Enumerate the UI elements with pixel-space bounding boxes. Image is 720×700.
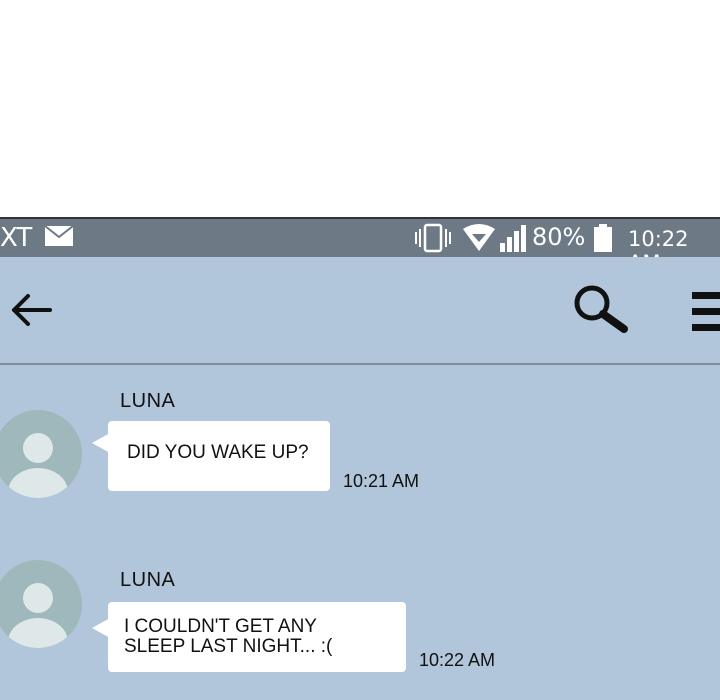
vibrate-icon <box>415 223 451 253</box>
message-text-line: SLEEP LAST NIGHT... :( <box>124 636 333 657</box>
message-bubble[interactable]: DID YOU WAKE UP? <box>108 421 330 491</box>
message-bubble[interactable]: I COULDN'T GET ANY SLEEP LAST NIGHT... :… <box>108 602 406 672</box>
battery-icon <box>594 224 612 252</box>
message-text-line: I COULDN'T GET ANY <box>124 616 317 637</box>
status-carrier-text: XT <box>0 223 32 253</box>
chat-toolbar <box>0 257 720 365</box>
message-text-line: DID YOU WAKE UP? <box>127 442 309 463</box>
avatar-person-icon <box>8 433 68 498</box>
sender-name: LUNA <box>120 569 176 591</box>
menu-icon[interactable] <box>690 290 720 332</box>
blank-area <box>0 0 720 217</box>
search-icon[interactable] <box>570 283 630 335</box>
signal-icon <box>500 225 526 252</box>
sender-name: LUNA <box>120 390 176 412</box>
avatar[interactable] <box>0 560 82 648</box>
status-bar: XT 80% 10:22 AM <box>0 217 720 275</box>
avatar[interactable] <box>0 410 82 498</box>
message-time: 10:21 AM <box>343 471 420 491</box>
screen: XT 80% 10:22 AM <box>0 0 720 700</box>
avatar-person-icon <box>8 583 68 648</box>
back-arrow-icon[interactable] <box>10 293 52 327</box>
battery-percent: 80% <box>532 223 586 251</box>
message-time: 10:22 AM <box>419 650 496 670</box>
wifi-icon <box>463 224 495 251</box>
mail-icon <box>44 225 74 246</box>
chat-area: LUNA DID YOU WAKE UP? 10:21 AM LUNA I CO… <box>0 257 720 700</box>
